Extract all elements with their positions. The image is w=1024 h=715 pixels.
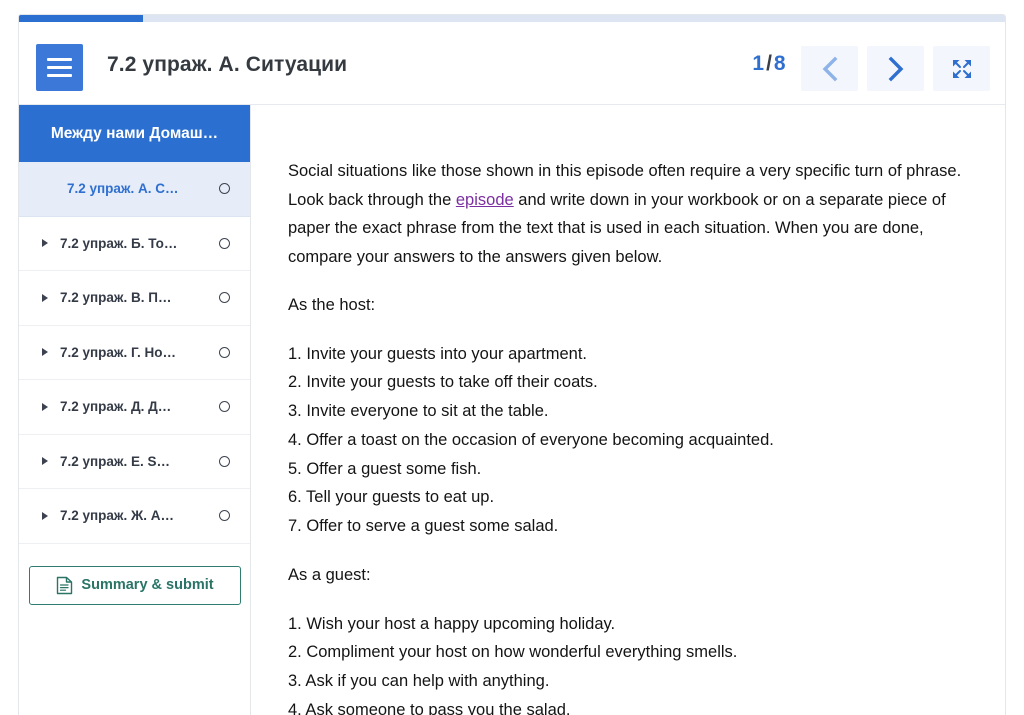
page-separator: / <box>766 52 772 75</box>
sidebar-item-label: 7.2 упраж. Д. Д… <box>60 399 172 415</box>
sidebar-nav-list: 7.2 упраж. А. С… 7.2 упраж. Б. То… 7.2 упр… <box>19 162 250 544</box>
chevron-right-icon <box>42 457 48 466</box>
sidebar-item-label: 7.2 упраж. Ж. А… <box>60 508 174 524</box>
chevron-right-icon <box>42 348 48 357</box>
guest-section-heading: As a guest: <box>288 566 371 585</box>
sidebar-item[interactable]: 7.2 упраж. Д. Д… <box>19 380 250 435</box>
sidebar-item[interactable]: 7.2 упраж. Г. Но… <box>19 325 250 380</box>
status-circle-icon[interactable] <box>219 183 230 195</box>
chevron-right-icon <box>42 293 48 302</box>
page-title: 7.2 упраж. А. Ситуации <box>107 53 348 76</box>
list-item: 4. Ask someone to pass you the salad. <box>288 700 571 715</box>
intro-paragraph: Social situations like those shown in th… <box>288 157 991 271</box>
list-item: 2. Invite your guests to take off their … <box>288 373 598 392</box>
status-circle-icon[interactable] <box>219 510 230 522</box>
status-circle-icon[interactable] <box>219 292 230 304</box>
sidebar-item[interactable]: 7.2 упраж. Ж. А… <box>19 489 250 544</box>
sidebar-item[interactable]: 7.2 упраж. В. П… <box>19 271 250 326</box>
chevron-right-icon <box>887 56 905 82</box>
sidebar: Между нами Домаш… 7.2 упраж. А. С… 7.2 уп… <box>19 105 251 715</box>
sidebar-item-label: 7.2 упраж. Г. Но… <box>60 344 176 360</box>
prev-page-button[interactable] <box>801 46 858 91</box>
progress-bar-track <box>19 15 1005 22</box>
next-page-button[interactable] <box>867 46 924 91</box>
summary-and-submit-button[interactable]: Summary & submit <box>29 565 241 605</box>
sidebar-item[interactable]: 7.2 упраж. Е. S… <box>19 434 250 489</box>
chevron-right-icon <box>42 402 48 411</box>
sidebar-item[interactable]: 7.2 упраж. А. С… <box>19 162 250 217</box>
menu-icon[interactable] <box>36 44 83 91</box>
sidebar-item-label: 7.2 упраж. В. П… <box>60 290 172 306</box>
sidebar-item-label: 7.2 упраж. А. С… <box>67 181 179 197</box>
exercise-card: 7.2 упраж. А. Ситуации 1/8 Между нами До… <box>18 14 1006 715</box>
status-circle-icon[interactable] <box>219 237 230 249</box>
list-item: 4. Offer a toast on the occasion of ever… <box>288 430 774 449</box>
list-item: 2. Compliment your host on how wonderful… <box>288 643 738 662</box>
header-bar: 7.2 упраж. А. Ситуации 1/8 <box>19 22 1005 105</box>
chevron-right-icon <box>42 239 48 248</box>
summary-button-label: Summary & submit <box>81 577 214 593</box>
guest-list: 1. Wish your host a happy upcoming holid… <box>288 610 991 715</box>
navigation-buttons <box>801 46 990 91</box>
chevron-right-icon <box>42 511 48 520</box>
page-current: 1 <box>752 52 765 75</box>
list-item: 3. Invite everyone to sit at the table. <box>288 402 549 421</box>
status-circle-icon[interactable] <box>219 455 230 467</box>
list-item: 1. Invite your guests into your apartmen… <box>288 344 587 363</box>
host-list: 1. Invite your guests into your apartmen… <box>288 340 991 542</box>
progress-bar-fill <box>19 15 143 22</box>
list-item: 6. Tell your guests to eat up. <box>288 488 495 507</box>
document-icon <box>56 576 73 595</box>
list-item: 1. Wish your host a happy upcoming holid… <box>288 614 616 633</box>
host-section-heading: As the host: <box>288 296 376 314</box>
app-root: 7.2 упраж. А. Ситуации 1/8 Между нами До… <box>0 0 1024 715</box>
sidebar-title: Между нами Домаш… <box>19 105 250 162</box>
sidebar-item[interactable]: 7.2 упраж. Б. То… <box>19 216 250 271</box>
card-body: Между нами Домаш… 7.2 упраж. А. С… 7.2 уп… <box>19 105 1005 715</box>
sidebar-item-label: 7.2 упраж. Е. S… <box>60 453 171 469</box>
list-item: 7. Offer to serve a guest some salad. <box>288 517 559 536</box>
menu-icon-line <box>47 74 72 77</box>
menu-icon-line <box>47 66 72 69</box>
list-item: 5. Offer a guest some fish. <box>288 459 482 478</box>
sidebar-item-label: 7.2 упраж. Б. То… <box>60 235 178 251</box>
status-circle-icon[interactable] <box>219 401 230 413</box>
page-total: 8 <box>773 52 786 75</box>
episode-link[interactable]: episode <box>456 191 514 209</box>
fullscreen-expand-icon <box>951 58 973 80</box>
menu-icon-line <box>47 58 72 61</box>
list-item: 3. Ask if you can help with anything. <box>288 672 550 691</box>
exercise-content: Social situations like those shown in th… <box>252 105 1005 715</box>
chevron-left-icon <box>821 56 839 82</box>
fullscreen-button[interactable] <box>933 46 990 91</box>
summary-button-wrap: Summary & submit <box>19 544 250 605</box>
status-circle-icon[interactable] <box>219 346 230 358</box>
